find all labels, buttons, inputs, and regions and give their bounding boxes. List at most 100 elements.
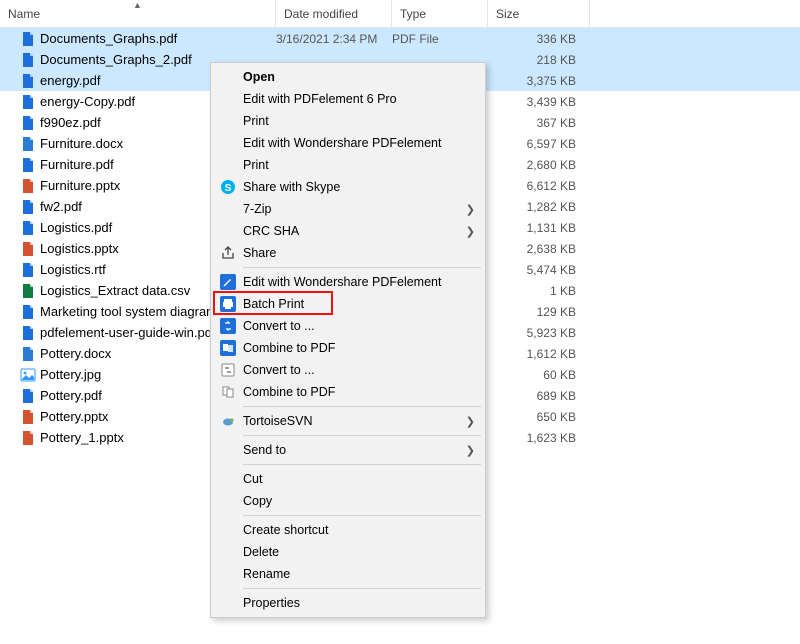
menu-separator [243, 515, 481, 516]
menu-item-7-zip[interactable]: 7-Zip❯ [213, 198, 483, 220]
file-size-cell: 6,612 KB [488, 179, 590, 193]
file-size-cell: 5,923 KB [488, 326, 590, 340]
menu-item-delete[interactable]: Delete [213, 541, 483, 563]
menu-item-copy[interactable]: Copy [213, 490, 483, 512]
file-name-label: Documents_Graphs.pdf [40, 31, 177, 46]
menu-item-label: Print [239, 114, 475, 128]
menu-item-crc-sha[interactable]: CRC SHA❯ [213, 220, 483, 242]
menu-item-label: Share with Skype [239, 180, 475, 194]
menu-item-cut[interactable]: Cut [213, 468, 483, 490]
blank-icon [217, 112, 239, 130]
menu-item-edit-with-wondershare-pdfelement[interactable]: Edit with Wondershare PDFelement [213, 271, 483, 293]
pdf-file-icon [20, 52, 36, 68]
menu-item-share[interactable]: Share [213, 242, 483, 264]
blank-icon [217, 521, 239, 539]
pdf-file-icon [20, 304, 36, 320]
file-size-cell: 367 KB [488, 116, 590, 130]
pdf-file-icon [20, 199, 36, 215]
menu-item-send-to[interactable]: Send to❯ [213, 439, 483, 461]
menu-separator [243, 267, 481, 268]
file-size-cell: 5,474 KB [488, 263, 590, 277]
chevron-right-icon: ❯ [466, 203, 475, 216]
file-name-label: energy.pdf [40, 73, 100, 88]
menu-item-rename[interactable]: Rename [213, 563, 483, 585]
file-name-label: Furniture.docx [40, 136, 123, 151]
combine-gray-icon [217, 383, 239, 401]
pdf-file-icon [20, 94, 36, 110]
menu-item-share-with-skype[interactable]: SShare with Skype [213, 176, 483, 198]
menu-item-edit-with-pdfelement-6-pro[interactable]: Edit with PDFelement 6 Pro [213, 88, 483, 110]
menu-item-label: Edit with Wondershare PDFelement [239, 136, 475, 150]
file-name-label: Pottery.docx [40, 346, 111, 361]
file-type-cell: PDF File [392, 32, 488, 46]
blank-icon [217, 156, 239, 174]
menu-item-create-shortcut[interactable]: Create shortcut [213, 519, 483, 541]
column-label: Date modified [284, 7, 358, 21]
convert-blue-icon [217, 317, 239, 335]
share-icon [217, 244, 239, 262]
menu-item-label: Copy [239, 494, 475, 508]
column-header-type[interactable]: Type [392, 0, 488, 27]
pptx-file-icon [20, 178, 36, 194]
menu-item-label: Edit with PDFelement 6 Pro [239, 92, 475, 106]
column-header-size[interactable]: Size [488, 0, 590, 27]
blank-icon [217, 565, 239, 583]
menu-item-label: Combine to PDF [239, 385, 475, 399]
annotation-highlight [213, 291, 333, 315]
file-date-cell: 3/16/2021 2:34 PM [276, 32, 392, 46]
menu-item-print[interactable]: Print [213, 154, 483, 176]
menu-item-edit-with-wondershare-pdfelement[interactable]: Edit with Wondershare PDFelement [213, 132, 483, 154]
blank-icon [217, 200, 239, 218]
menu-item-convert-to[interactable]: Convert to ... [213, 315, 483, 337]
pdf-file-icon [20, 388, 36, 404]
menu-item-label: Cut [239, 472, 475, 486]
column-header-date[interactable]: Date modified [276, 0, 392, 27]
pdf-file-icon [20, 325, 36, 341]
pdf-file-icon [20, 115, 36, 131]
file-size-cell: 6,597 KB [488, 137, 590, 151]
file-name-cell: Documents_Graphs.pdf [0, 31, 276, 47]
file-name-label: Furniture.pdf [40, 157, 114, 172]
blank-icon [217, 222, 239, 240]
file-size-cell: 2,638 KB [488, 242, 590, 256]
pdf-file-icon [20, 31, 36, 47]
docx-file-icon [20, 136, 36, 152]
menu-item-print[interactable]: Print [213, 110, 483, 132]
file-name-label: Logistics_Extract data.csv [40, 283, 190, 298]
blank-icon [217, 134, 239, 152]
file-name-label: f990ez.pdf [40, 115, 101, 130]
column-header-name[interactable]: Name ▲ [0, 0, 276, 27]
file-row[interactable]: Documents_Graphs.pdf 3/16/2021 2:34 PMPDF… [0, 28, 800, 49]
menu-item-tortoisesvn[interactable]: TortoiseSVN❯ [213, 410, 483, 432]
pdf-file-icon [20, 157, 36, 173]
file-name-label: Logistics.pdf [40, 220, 112, 235]
menu-item-combine-to-pdf[interactable]: Combine to PDF [213, 337, 483, 359]
file-name-label: Logistics.rtf [40, 262, 106, 277]
chevron-right-icon: ❯ [466, 415, 475, 428]
menu-item-label: Open [239, 70, 475, 84]
file-size-cell: 1,282 KB [488, 200, 590, 214]
menu-item-convert-to[interactable]: Convert to ... [213, 359, 483, 381]
menu-item-combine-to-pdf[interactable]: Combine to PDF [213, 381, 483, 403]
menu-item-label: Print [239, 158, 475, 172]
blank-icon [217, 594, 239, 612]
file-size-cell: 60 KB [488, 368, 590, 382]
file-name-label: fw2.pdf [40, 199, 82, 214]
menu-item-open[interactable]: Open [213, 66, 483, 88]
chevron-right-icon: ❯ [466, 225, 475, 238]
menu-item-label: CRC SHA [239, 224, 466, 238]
file-size-cell: 1,612 KB [488, 347, 590, 361]
menu-separator [243, 406, 481, 407]
chevron-right-icon: ❯ [466, 444, 475, 457]
file-size-cell: 129 KB [488, 305, 590, 319]
menu-item-properties[interactable]: Properties [213, 592, 483, 614]
column-header-row: Name ▲ Date modified Type Size [0, 0, 800, 28]
jpg-file-icon [20, 367, 36, 383]
context-menu: Open Edit with PDFelement 6 Pro Print Edit … [210, 62, 486, 618]
file-size-cell: 336 KB [488, 32, 590, 46]
skype-icon: S [217, 178, 239, 196]
file-name-label: energy-Copy.pdf [40, 94, 135, 109]
file-name-label: Marketing tool system diagram [40, 304, 217, 319]
menu-item-label: Convert to ... [239, 319, 475, 333]
blank-icon [217, 470, 239, 488]
